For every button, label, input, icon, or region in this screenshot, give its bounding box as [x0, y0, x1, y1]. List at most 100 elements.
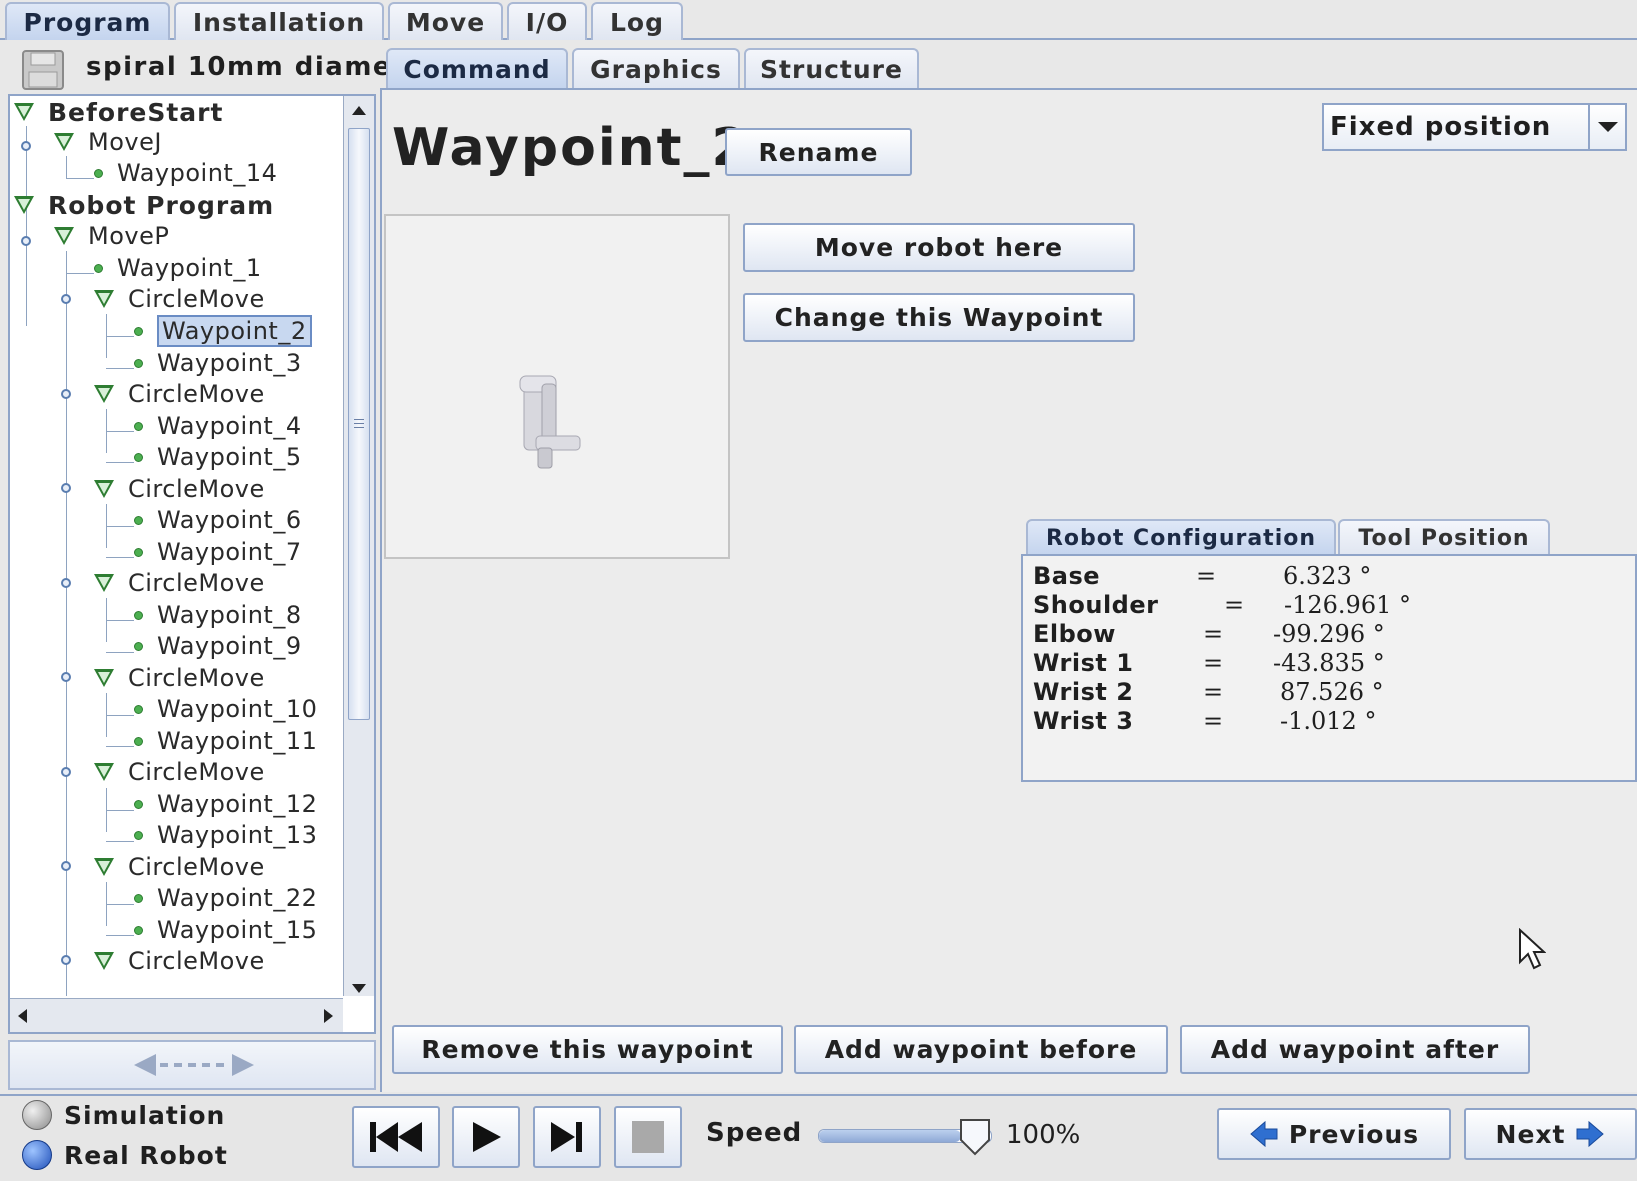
speed-label: Speed [706, 1118, 803, 1148]
tree-node-circlemove[interactable]: CircleMove [94, 662, 265, 694]
panel-splitter-handle[interactable] [8, 1040, 376, 1090]
joint-value-elbow: -99.296 ° [1273, 620, 1385, 648]
tree-leaf-waypoint-selected[interactable]: Waypoint_2 [134, 315, 312, 347]
tree-leaf-waypoint[interactable]: Waypoint_7 [134, 536, 302, 568]
tree-leaf-waypoint[interactable]: Waypoint_3 [134, 347, 302, 379]
waypoint-dot-icon [134, 452, 143, 462]
tree-expander-icon[interactable] [61, 861, 71, 871]
speed-value: 100% [1006, 1120, 1081, 1150]
scroll-down-icon[interactable] [352, 984, 366, 993]
tree-expander-icon[interactable] [61, 483, 71, 493]
real-robot-radio[interactable]: Real Robot [22, 1140, 228, 1170]
tree-horizontal-scrollbar[interactable] [10, 998, 343, 1032]
remove-waypoint-button[interactable]: Remove this waypoint [392, 1025, 783, 1074]
expand-triangle-icon[interactable] [94, 385, 114, 403]
expand-triangle-icon[interactable] [54, 133, 74, 151]
tree-expander-icon[interactable] [61, 767, 71, 777]
tab-program[interactable]: Program [5, 2, 170, 40]
add-waypoint-before-button[interactable]: Add waypoint before [794, 1025, 1168, 1074]
tree-vertical-scrollbar[interactable] [343, 96, 374, 996]
expand-triangle-icon[interactable] [94, 763, 114, 781]
expand-triangle-icon[interactable] [94, 290, 114, 308]
expand-triangle-icon[interactable] [54, 227, 74, 245]
tree-leaf-waypoint[interactable]: Waypoint_5 [134, 441, 302, 473]
tab-robot-configuration[interactable]: Robot Configuration [1026, 519, 1336, 555]
change-waypoint-button[interactable]: Change this Waypoint [743, 293, 1135, 342]
tree-expander-icon[interactable] [61, 294, 71, 304]
tree-expander-icon[interactable] [21, 141, 31, 151]
floppy-disk-icon[interactable] [22, 50, 64, 90]
tree-leaf-waypoint[interactable]: Waypoint_14 [94, 157, 277, 189]
tab-tool-position[interactable]: Tool Position [1338, 519, 1550, 555]
scroll-right-icon[interactable] [324, 1009, 333, 1023]
tree-leaf-waypoint[interactable]: Waypoint_12 [134, 788, 317, 820]
tree-leaf-waypoint[interactable]: Waypoint_11 [134, 725, 317, 757]
joint-value-wrist-1: -43.835 ° [1273, 649, 1385, 677]
tree-section-beforestart[interactable]: BeforeStart [14, 96, 223, 128]
tree-leaf-waypoint[interactable]: Waypoint_15 [134, 914, 317, 946]
tree-expander-icon[interactable] [61, 955, 71, 965]
stop-button[interactable] [614, 1106, 682, 1168]
waypoint-dot-icon [134, 925, 143, 935]
tree-leaf-waypoint[interactable]: Waypoint_1 [94, 252, 262, 284]
tab-graphics[interactable]: Graphics [572, 48, 740, 88]
tree-expander-icon[interactable] [61, 672, 71, 682]
move-robot-here-button[interactable]: Move robot here [743, 223, 1135, 272]
expand-triangle-icon[interactable] [94, 669, 114, 687]
tree-expander-icon[interactable] [61, 389, 71, 399]
rename-button[interactable]: Rename [725, 128, 912, 176]
tree-node-circlemove[interactable]: CircleMove [94, 283, 265, 315]
tab-structure[interactable]: Structure [744, 48, 919, 88]
simulation-radio[interactable]: Simulation [22, 1100, 225, 1130]
expand-triangle-icon[interactable] [94, 480, 114, 498]
speed-slider[interactable] [818, 1119, 992, 1156]
right-arrow-icon [1576, 1120, 1605, 1148]
joint-eq: = [1196, 562, 1217, 590]
robot-preview [384, 214, 730, 559]
play-button[interactable] [452, 1106, 520, 1168]
expand-triangle-icon[interactable] [94, 952, 114, 970]
tree-leaf-waypoint[interactable]: Waypoint_22 [134, 882, 317, 914]
previous-button[interactable]: Previous [1217, 1108, 1451, 1160]
tab-installation[interactable]: Installation [174, 2, 384, 40]
mouse-cursor-icon [1519, 928, 1546, 970]
tree-node-circlemove[interactable]: CircleMove [94, 378, 265, 410]
scroll-left-icon[interactable] [18, 1009, 27, 1023]
skip-back-button[interactable] [352, 1106, 440, 1168]
tree-node-movej[interactable]: MoveJ [54, 126, 162, 158]
scrollbar-thumb[interactable] [348, 128, 370, 720]
add-waypoint-after-button[interactable]: Add waypoint after [1180, 1025, 1530, 1074]
speed-slider-thumb[interactable] [959, 1118, 991, 1158]
program-tree: BeforeStart MoveJ Waypoint_14 Robot Prog… [10, 96, 342, 996]
tree-node-circlemove[interactable]: CircleMove [94, 851, 265, 883]
tree-node-circlemove[interactable]: CircleMove [94, 945, 265, 977]
tree-leaf-waypoint[interactable]: Waypoint_10 [134, 693, 317, 725]
tree-section-robot-program[interactable]: Robot Program [14, 189, 274, 221]
next-button[interactable]: Next [1464, 1108, 1637, 1160]
chevron-down-icon[interactable] [1588, 105, 1625, 149]
tab-command[interactable]: Command [386, 48, 568, 88]
tree-leaf-waypoint[interactable]: Waypoint_9 [134, 630, 302, 662]
tree-node-circlemove[interactable]: CircleMove [94, 756, 265, 788]
expand-triangle-icon[interactable] [94, 574, 114, 592]
tree-leaf-waypoint[interactable]: Waypoint_13 [134, 819, 317, 851]
expand-triangle-icon[interactable] [14, 196, 34, 214]
tree-expander-icon[interactable] [21, 236, 31, 246]
expand-triangle-icon[interactable] [14, 103, 34, 121]
step-forward-button[interactable] [533, 1106, 601, 1168]
tree-leaf-waypoint[interactable]: Waypoint_6 [134, 504, 302, 536]
tab-io[interactable]: I/O [507, 2, 587, 40]
tree-expander-icon[interactable] [61, 578, 71, 588]
tree-node-circlemove[interactable]: CircleMove [94, 567, 265, 599]
joint-row-wrist-2: Wrist 2 [1033, 678, 1134, 706]
tree-node-circlemove[interactable]: CircleMove [94, 473, 265, 505]
tree-leaf-waypoint[interactable]: Waypoint_8 [134, 599, 302, 631]
tab-move[interactable]: Move [388, 2, 503, 40]
tree-leaf-waypoint[interactable]: Waypoint_4 [134, 410, 302, 442]
scroll-up-icon[interactable] [352, 106, 366, 115]
speed-slider-fill [819, 1130, 961, 1142]
tab-log[interactable]: Log [591, 2, 683, 40]
position-mode-dropdown[interactable]: Fixed position [1322, 103, 1627, 151]
tree-node-movep[interactable]: MoveP [54, 220, 169, 252]
expand-triangle-icon[interactable] [94, 858, 114, 876]
